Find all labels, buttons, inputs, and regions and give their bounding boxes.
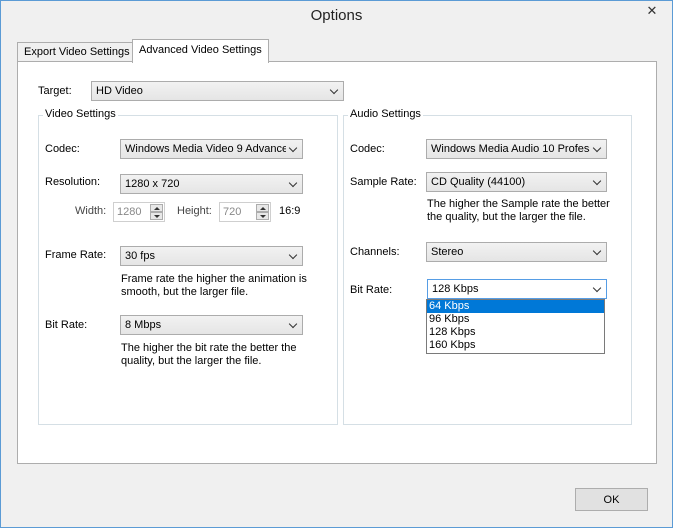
chevron-down-icon: [287, 318, 299, 332]
audio-bitrate-value: 128 Kbps: [432, 283, 479, 295]
framerate-value: 30 fps: [125, 250, 155, 262]
width-value: 1280: [117, 206, 142, 218]
dropdown-option-160kbps[interactable]: 160 Kbps: [427, 339, 604, 352]
channels-label: Channels:: [350, 246, 400, 258]
chevron-down-icon: [328, 84, 340, 98]
target-select[interactable]: HD Video: [91, 81, 344, 101]
chevron-down-icon: [287, 177, 299, 191]
spin-down-icon[interactable]: [150, 212, 163, 220]
video-codec-label: Codec:: [45, 143, 80, 155]
aspect-ratio: 16:9: [279, 205, 301, 217]
tab-advanced-video-settings[interactable]: Advanced Video Settings: [132, 39, 269, 63]
resolution-select[interactable]: 1280 x 720: [120, 174, 303, 194]
resolution-label: Resolution:: [45, 176, 101, 188]
audio-bitrate-dropdown-list: 64 Kbps 96 Kbps 128 Kbps 160 Kbps: [426, 299, 605, 354]
chevron-down-icon: [591, 142, 603, 156]
audio-codec-label: Codec:: [350, 143, 385, 155]
samplerate-select[interactable]: CD Quality (44100): [426, 172, 607, 192]
video-codec-select[interactable]: Windows Media Video 9 Advanced: [120, 139, 303, 159]
close-icon: ✕: [646, 3, 658, 18]
chevron-down-icon: [287, 142, 299, 156]
height-spinner[interactable]: 720: [219, 202, 271, 222]
dropdown-option-64kbps[interactable]: 64 Kbps: [427, 300, 604, 313]
audio-settings-title: Audio Settings: [348, 108, 423, 120]
audio-bitrate-select[interactable]: 128 Kbps: [427, 279, 607, 299]
channels-value: Stereo: [431, 246, 464, 258]
close-button[interactable]: ✕: [637, 1, 667, 21]
chevron-down-icon: [591, 175, 603, 189]
advanced-settings-panel: Target: HD Video Video Settings Codec: W…: [17, 61, 657, 464]
video-codec-value: Windows Media Video 9 Advanced: [125, 143, 286, 155]
resolution-value: 1280 x 720: [125, 178, 180, 190]
options-window: Options ✕ Export Video Settings Advanced…: [0, 0, 673, 528]
spin-up-icon[interactable]: [256, 204, 269, 212]
samplerate-help: The higher the Sample rate the better th…: [427, 198, 610, 223]
audio-settings-group: Audio Settings Codec: Windows Media Audi…: [343, 108, 632, 425]
target-value: HD Video: [96, 85, 143, 97]
title-bar: Options ✕: [1, 1, 672, 31]
height-label: Height:: [177, 205, 212, 217]
width-spinner[interactable]: 1280: [113, 202, 165, 222]
samplerate-label: Sample Rate:: [350, 176, 417, 188]
window-title: Options: [310, 7, 363, 24]
chevron-down-icon: [591, 245, 603, 259]
ok-button[interactable]: OK: [575, 488, 648, 511]
video-settings-title: Video Settings: [43, 108, 118, 120]
target-label: Target:: [38, 85, 72, 97]
video-bitrate-value: 8 Mbps: [125, 319, 162, 331]
video-settings-group: Video Settings Codec: Windows Media Vide…: [38, 108, 338, 425]
video-bitrate-label: Bit Rate:: [45, 319, 88, 331]
audio-codec-value: Windows Media Audio 10 Professional: [431, 143, 590, 155]
video-bitrate-select[interactable]: 8 Mbps: [120, 315, 303, 335]
spin-up-icon[interactable]: [150, 204, 163, 212]
samplerate-value: CD Quality (44100): [431, 176, 526, 188]
chevron-down-icon: [591, 282, 603, 296]
chevron-down-icon: [287, 249, 299, 263]
spin-down-icon[interactable]: [256, 212, 269, 220]
framerate-label: Frame Rate:: [45, 249, 107, 261]
framerate-select[interactable]: 30 fps: [120, 246, 303, 266]
dropdown-option-96kbps[interactable]: 96 Kbps: [427, 313, 604, 326]
video-bitrate-help: The higher the bit rate the better the q…: [121, 342, 297, 367]
width-label: Width:: [75, 205, 107, 217]
channels-select[interactable]: Stereo: [426, 242, 607, 262]
dropdown-option-128kbps[interactable]: 128 Kbps: [427, 326, 604, 339]
height-value: 720: [223, 206, 242, 218]
framerate-help: Frame rate the higher the animation is s…: [121, 273, 307, 298]
tab-export-video-settings[interactable]: Export Video Settings: [17, 42, 137, 62]
audio-codec-select[interactable]: Windows Media Audio 10 Professional: [426, 139, 607, 159]
audio-bitrate-label: Bit Rate:: [350, 284, 393, 296]
